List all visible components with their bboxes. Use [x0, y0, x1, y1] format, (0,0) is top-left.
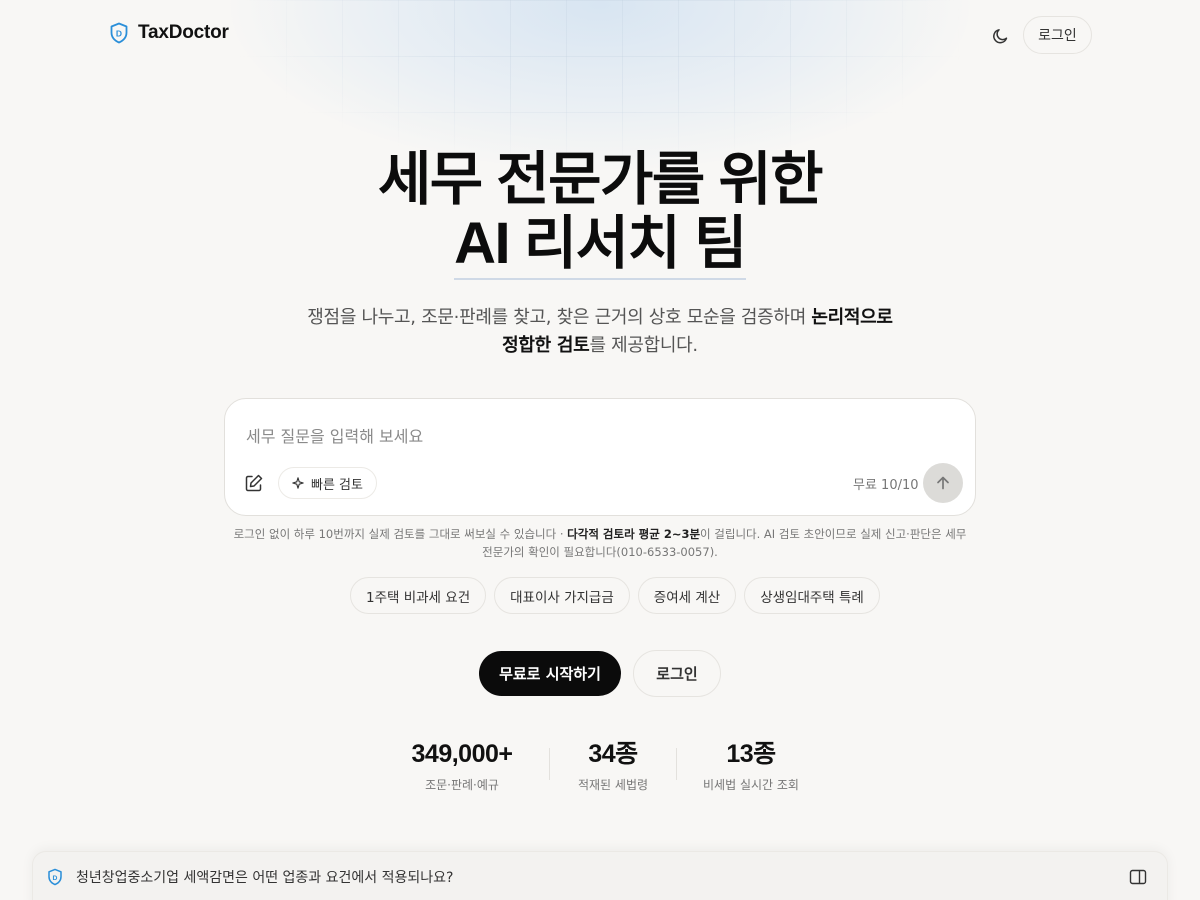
- stat-label: 비세법 실시간 조회: [703, 778, 799, 792]
- svg-text:D: D: [53, 875, 58, 882]
- sparkle-icon: [292, 477, 304, 489]
- usage-counter: 무료 10/10: [853, 478, 919, 493]
- quick-review-label: 빠른 검토: [311, 477, 363, 493]
- question-composer: 세무 질문을 입력해 보세요 빠른 검토 무료 10/10: [224, 398, 976, 516]
- stat-item: 349,000+ 조문·판례·예규: [398, 738, 526, 793]
- moon-icon[interactable]: [990, 25, 1012, 47]
- start-free-button[interactable]: 무료로 시작하기: [479, 651, 621, 696]
- usage-notice: 로그인 없이 하루 10번까지 실제 검토를 그대로 써보실 수 있습니다 · …: [228, 525, 972, 561]
- brand-logo[interactable]: D TaxDoctor: [109, 22, 229, 44]
- suggestion-chips: 1주택 비과세 요건 대표이사 가지급금 증여세 계산 상생임대주택 특례: [350, 577, 880, 614]
- stat-label: 조문·판례·예규: [425, 778, 499, 792]
- send-button[interactable]: [923, 463, 963, 503]
- quick-review-button[interactable]: 빠른 검토: [278, 467, 377, 499]
- brand-name: TaxDoctor: [138, 22, 229, 43]
- hero-background-grid: [230, 0, 970, 170]
- hero-title-line1: 세무 전문가를 위한: [377, 147, 824, 212]
- login-button[interactable]: 로그인: [633, 650, 721, 697]
- notice-text: 로그인 없이 하루 10번까지 실제 검토를 그대로 써보실 수 있습니다 ·: [233, 527, 568, 541]
- preview-question: 청년창업중소기업 세액감면은 어떤 업종과 요건에서 적용되나요?: [76, 870, 454, 886]
- stat-divider: [676, 748, 677, 780]
- hero-title-line2: AI 리서치 팀: [454, 212, 747, 280]
- question-input[interactable]: 세무 질문을 입력해 보세요: [246, 423, 423, 447]
- conversation-preview[interactable]: D 청년창업중소기업 세액감면은 어떤 업종과 요건에서 적용되나요?: [32, 851, 1168, 900]
- suggestion-chip[interactable]: 증여세 계산: [637, 577, 737, 614]
- edit-icon[interactable]: [243, 472, 265, 494]
- suggestion-chip[interactable]: 상생임대주택 특례: [744, 577, 880, 614]
- hero-subtitle-text: 쟁점을 나누고, 조문·판례를 찾고, 찾은 근거의 상호 모순을 검증하며: [307, 307, 812, 328]
- stat-value: 34종: [588, 740, 638, 768]
- header-login-button[interactable]: 로그인: [1023, 16, 1092, 54]
- stat-divider: [549, 748, 550, 780]
- stat-value: 13종: [726, 740, 776, 768]
- shield-logo-icon: D: [48, 868, 62, 886]
- stat-item: 34종 적재된 세법령: [563, 738, 663, 793]
- stat-value: 349,000+: [411, 740, 513, 768]
- hero-subtitle: 쟁점을 나누고, 조문·판례를 찾고, 찾은 근거의 상호 모순을 검증하며 논…: [300, 304, 900, 360]
- notice-emphasis: 다각적 검토라 평균 2~3분: [567, 527, 701, 541]
- arrow-up-icon: [937, 476, 949, 490]
- suggestion-chip[interactable]: 대표이사 가지급금: [494, 577, 630, 614]
- svg-text:D: D: [116, 29, 122, 39]
- stat-label: 적재된 세법령: [577, 778, 649, 792]
- suggestion-chip[interactable]: 1주택 비과세 요건: [350, 577, 487, 614]
- hero-subtitle-end: 를 제공합니다.: [589, 335, 698, 356]
- hero-title: 세무 전문가를 위한 AI 리서치 팀: [0, 148, 1200, 280]
- stat-item: 13종 비세법 실시간 조회: [690, 738, 812, 793]
- shield-logo-icon: D: [110, 22, 128, 44]
- sidebar-toggle-icon[interactable]: [1129, 868, 1147, 886]
